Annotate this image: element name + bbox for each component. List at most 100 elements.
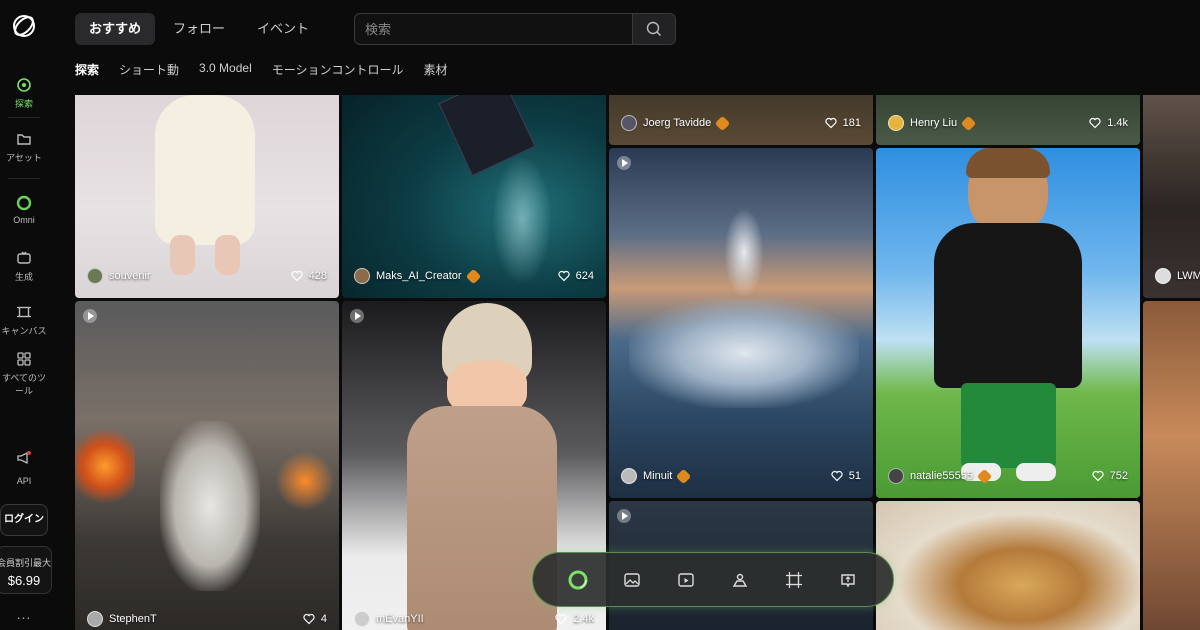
card-username[interactable]: LWM: [1177, 270, 1200, 282]
feed-card[interactable]: [876, 501, 1140, 630]
sidebar-item-omni[interactable]: Omni: [0, 195, 48, 225]
image-icon: [624, 572, 640, 587]
subnav-explore[interactable]: 探索: [75, 61, 99, 78]
sidebar-item-label: キャンバス: [1, 326, 47, 336]
search-icon: [646, 21, 661, 36]
avatar[interactable]: [621, 115, 637, 131]
feed-card[interactable]: Maks_AI_Creator 624: [342, 95, 606, 298]
avatar[interactable]: [354, 611, 370, 627]
tab-recommended[interactable]: おすすめ: [75, 13, 156, 45]
subnav-shorts[interactable]: ショート動: [119, 61, 179, 78]
avatar[interactable]: [621, 468, 637, 484]
like-count[interactable]: 1.4k: [1089, 117, 1128, 129]
like-count-value: 624: [575, 270, 594, 282]
creator-badge-icon: [676, 468, 692, 484]
card-username[interactable]: Joerg Tavidde: [643, 117, 711, 129]
dock-canvas-button[interactable]: [783, 569, 805, 591]
heart-icon: [303, 613, 315, 625]
creator-badge-icon: [960, 115, 977, 131]
more-button[interactable]: ...: [0, 606, 48, 622]
explore-icon: [17, 78, 31, 92]
card-username[interactable]: Minuit: [643, 470, 672, 482]
sidebar-item-label: 探索: [14, 99, 33, 109]
avatar[interactable]: [888, 468, 904, 484]
sub-navigation: 探索 ショート動 3.0 Model モーションコントロール 素材: [75, 61, 448, 78]
card-username[interactable]: natalie55555: [910, 470, 973, 482]
upload-icon: [841, 573, 855, 588]
card-username[interactable]: souvenir: [109, 270, 151, 282]
dock-upload-button[interactable]: [837, 569, 859, 591]
heart-icon: [1089, 117, 1101, 129]
bottom-tool-dock: [532, 552, 894, 607]
card-username[interactable]: mEvanYII: [376, 613, 424, 625]
dock-omni-button[interactable]: [567, 569, 589, 591]
tab-following[interactable]: フォロー: [159, 13, 239, 45]
avatar[interactable]: [87, 611, 103, 627]
like-count[interactable]: 4: [303, 613, 327, 625]
omni-ring-icon: [568, 570, 588, 589]
like-count[interactable]: 51: [831, 470, 861, 482]
sidebar-divider: [8, 178, 40, 179]
avatar[interactable]: [354, 268, 370, 284]
sidebar-item-canvas[interactable]: キャンバス: [0, 304, 48, 337]
card-username[interactable]: Henry Liu: [910, 117, 957, 129]
feed-card[interactable]: Minuit 51: [609, 148, 873, 498]
grid-icon: [17, 352, 31, 366]
sidebar-item-explore[interactable]: 探索: [0, 77, 48, 110]
creator-badge-icon: [976, 468, 993, 484]
card-username[interactable]: Maks_AI_Creator: [376, 270, 462, 282]
generate-icon: [17, 251, 31, 264]
like-count[interactable]: 181: [825, 117, 861, 129]
login-button[interactable]: ログイン: [0, 504, 48, 536]
promo-price: $6.99: [7, 573, 41, 588]
search-bar: [354, 13, 676, 45]
app-logo-icon[interactable]: [10, 12, 38, 40]
sidebar-item-generate[interactable]: 生成: [0, 250, 48, 283]
like-count[interactable]: 2.4k: [555, 613, 594, 625]
subnav-materials[interactable]: 素材: [424, 61, 448, 78]
sidebar-divider: [8, 117, 40, 118]
dock-video-button[interactable]: [675, 569, 697, 591]
feed-grid: souvenir 428 StephenT 4 Maks_AI_Creator: [75, 95, 1200, 630]
canvas-icon: [17, 306, 31, 318]
sidebar-item-label: アセット: [6, 153, 42, 163]
feed-card[interactable]: Joerg Tavidde 181: [609, 95, 873, 145]
sidebar-item-api[interactable]: API: [0, 450, 48, 486]
sidebar-item-label: 生成: [14, 272, 33, 282]
feed-card[interactable]: souvenir 428: [75, 95, 339, 298]
feed-card[interactable]: [1143, 301, 1200, 630]
feed-card[interactable]: natalie55555 752: [876, 148, 1140, 498]
tab-events[interactable]: イベント: [243, 13, 323, 45]
card-username[interactable]: StephenT: [109, 613, 157, 625]
sidebar-item-all-tools[interactable]: すべてのツール: [0, 351, 48, 397]
like-count-value: 752: [1109, 470, 1128, 482]
dock-image-button[interactable]: [621, 569, 643, 591]
feed-card[interactable]: LWM: [1143, 95, 1200, 298]
video-play-icon: [617, 509, 631, 523]
subnav-3-model[interactable]: 3.0 Model: [199, 61, 252, 78]
like-count[interactable]: 428: [291, 270, 327, 282]
sidebar-item-label: Omni: [13, 215, 35, 225]
membership-promo[interactable]: 会員割引最大 $6.99: [0, 546, 52, 594]
video-icon: [678, 572, 694, 587]
omni-ring-icon: [16, 195, 32, 211]
feed-card[interactable]: StephenT 4: [75, 301, 339, 630]
subnav-motion-control[interactable]: モーションコントロール: [272, 61, 404, 78]
avatar[interactable]: [1155, 268, 1171, 284]
like-count-value: 51: [848, 470, 861, 482]
avatar[interactable]: [888, 115, 904, 131]
creator-badge-icon: [465, 268, 481, 284]
like-count[interactable]: 624: [558, 270, 594, 282]
like-count-value: 1.4k: [1107, 117, 1128, 129]
heart-icon: [831, 470, 843, 482]
canvas-icon: [786, 571, 802, 588]
avatar[interactable]: [87, 268, 103, 284]
sidebar-item-assets[interactable]: アセット: [0, 131, 48, 164]
like-count[interactable]: 752: [1092, 470, 1128, 482]
search-button[interactable]: [632, 14, 675, 44]
search-input[interactable]: [365, 14, 625, 44]
promo-text: 会員割引最大: [0, 558, 52, 568]
creator-badge-icon: [715, 115, 731, 131]
feed-card[interactable]: Henry Liu 1.4k: [876, 95, 1140, 145]
dock-character-button[interactable]: [729, 569, 751, 591]
